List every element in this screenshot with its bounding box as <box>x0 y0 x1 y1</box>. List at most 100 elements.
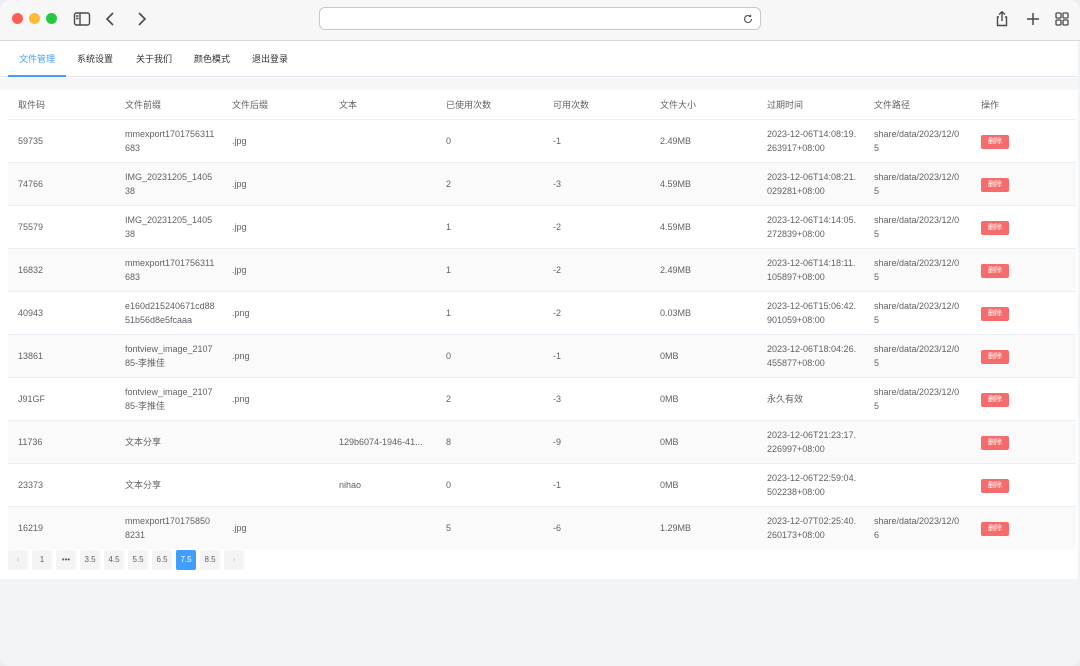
cell-expire-time: 永久有效 <box>767 393 804 404</box>
tab-color-mode[interactable]: 颜色模式 <box>187 41 237 77</box>
cell-used-count: 8 <box>436 419 543 463</box>
minimize-window-button[interactable] <box>29 13 40 24</box>
delete-button[interactable]: 删除 <box>981 478 1009 493</box>
cell-code: 16219 <box>8 505 115 549</box>
header-code[interactable]: 取件码 <box>8 91 115 119</box>
title-bar <box>0 0 1080 41</box>
more-pages-button[interactable]: ••• <box>56 550 76 570</box>
delete-button[interactable]: 删除 <box>981 392 1009 407</box>
cell-expire-time: 2023-12-06T21:23:17.226997+08:00 <box>767 429 857 454</box>
cell-file-path: share/data/2023/12/05 <box>874 343 960 368</box>
cell-file-size: 4.59MB <box>650 161 757 205</box>
cell-suffix <box>222 462 329 506</box>
cell-text: nihao <box>339 479 362 490</box>
cell-code: 11736 <box>8 419 115 463</box>
cell-prefix: IMG_20231205_140538 <box>125 214 213 239</box>
delete-button[interactable]: 删除 <box>981 220 1009 235</box>
cell-available-count: -2 <box>543 290 650 334</box>
cell-used-count: 0 <box>436 118 543 162</box>
new-tab-icon[interactable] <box>1023 9 1043 29</box>
cell-code: 13861 <box>8 333 115 377</box>
cell-file-path: share/data/2023/12/05 <box>874 171 960 196</box>
tab-about-us[interactable]: 关于我们 <box>129 41 179 77</box>
cell-prefix: IMG_20231205_140538 <box>125 171 213 196</box>
delete-button[interactable]: 删除 <box>981 177 1009 192</box>
reload-icon[interactable] <box>742 13 754 25</box>
cell-code: 74766 <box>8 161 115 205</box>
cell-available-count: -2 <box>543 204 650 248</box>
cell-suffix <box>222 419 329 463</box>
tab-overview-icon[interactable] <box>1052 9 1072 29</box>
delete-button[interactable]: 删除 <box>981 349 1009 364</box>
table-row: 13861 fontview_image_210785-李推佳 .png 0 -… <box>8 333 1076 377</box>
cell-suffix: .jpg <box>222 118 329 162</box>
cell-expire-time: 2023-12-06T14:14:05.272839+08:00 <box>767 214 857 239</box>
cell-prefix: fontview_image_210785-李推佳 <box>125 386 213 411</box>
page-button[interactable]: 1 <box>32 550 52 570</box>
tab-file-management[interactable]: 文件管理 <box>8 41 66 77</box>
table-row: 11736 文本分享 129b6074-1946-41... 8 -9 0MB … <box>8 419 1076 463</box>
address-bar[interactable] <box>319 7 761 30</box>
cell-suffix: .jpg <box>222 505 329 549</box>
file-table: 取件码 文件前缀 文件后缀 文本 已使用次数 可用次数 文件大小 过期时间 文件… <box>8 91 1076 549</box>
cell-available-count: -1 <box>543 118 650 162</box>
cell-prefix: 文本分享 <box>125 436 162 447</box>
prev-page-button[interactable]: ‹ <box>8 550 28 570</box>
active-tab-indicator <box>8 75 66 77</box>
close-window-button[interactable] <box>12 13 23 24</box>
share-icon[interactable] <box>992 9 1012 29</box>
cell-file-size: 1.29MB <box>650 505 757 549</box>
page-button[interactable]: 6.5 <box>152 550 172 570</box>
cell-available-count: -1 <box>543 462 650 506</box>
cell-prefix: mmexport1701756311683 <box>125 128 215 153</box>
sidebar-toggle-icon[interactable] <box>72 9 92 29</box>
header-file-size[interactable]: 文件大小 <box>650 91 757 119</box>
cell-available-count: -6 <box>543 505 650 549</box>
delete-button[interactable]: 删除 <box>981 134 1009 149</box>
delete-button[interactable]: 删除 <box>981 306 1009 321</box>
header-expire-time[interactable]: 过期时间 <box>757 91 864 119</box>
table-row: 40943 e160d215240671cd8851b56d8e5fcaaa .… <box>8 290 1076 334</box>
cell-code: J91GF <box>8 376 115 420</box>
delete-button[interactable]: 删除 <box>981 263 1009 278</box>
table-row: 16832 mmexport1701756311683 .jpg 1 -2 2.… <box>8 247 1076 291</box>
cell-code: 40943 <box>8 290 115 334</box>
cell-file-size: 0.03MB <box>650 290 757 334</box>
header-suffix[interactable]: 文件后缀 <box>222 91 329 119</box>
cell-used-count: 2 <box>436 161 543 205</box>
back-arrow-icon[interactable] <box>101 9 121 29</box>
tab-logout[interactable]: 退出登录 <box>245 41 295 77</box>
header-used-count[interactable]: 已使用次数 <box>436 91 543 119</box>
table-row: 23373 文本分享 nihao 0 -1 0MB 2023-12-06T22:… <box>8 462 1076 506</box>
cell-used-count: 1 <box>436 290 543 334</box>
cell-prefix: 文本分享 <box>125 479 162 490</box>
header-available-count[interactable]: 可用次数 <box>543 91 650 119</box>
page-button[interactable]: 3.5 <box>80 550 100 570</box>
cell-suffix: .jpg <box>222 204 329 248</box>
header-text[interactable]: 文本 <box>329 91 436 119</box>
zoom-window-button[interactable] <box>46 13 57 24</box>
delete-button[interactable]: 删除 <box>981 521 1009 536</box>
forward-arrow-icon[interactable] <box>131 9 151 29</box>
cell-suffix: .jpg <box>222 247 329 291</box>
next-page-button[interactable]: › <box>224 550 244 570</box>
cell-suffix: .png <box>222 376 329 420</box>
cell-prefix: fontview_image_210785-李推佳 <box>125 343 213 368</box>
cell-available-count: -2 <box>543 247 650 291</box>
cell-file-path: share/data/2023/12/06 <box>874 515 960 540</box>
current-page-button[interactable]: 7.5 <box>176 550 196 570</box>
page-button[interactable]: 5.5 <box>128 550 148 570</box>
tab-system-settings[interactable]: 系统设置 <box>70 41 120 77</box>
header-file-path[interactable]: 文件路径 <box>864 91 971 119</box>
cell-file-path: share/data/2023/12/05 <box>874 386 960 411</box>
table-header-row: 取件码 文件前缀 文件后缀 文本 已使用次数 可用次数 文件大小 过期时间 文件… <box>8 91 1076 119</box>
page-button[interactable]: 8.5 <box>200 550 220 570</box>
delete-button[interactable]: 删除 <box>981 435 1009 450</box>
cell-file-size: 0MB <box>650 419 757 463</box>
cell-code: 59735 <box>8 118 115 162</box>
page-button[interactable]: 4.5 <box>104 550 124 570</box>
header-prefix[interactable]: 文件前缀 <box>115 91 222 119</box>
cell-used-count: 1 <box>436 204 543 248</box>
cell-used-count: 5 <box>436 505 543 549</box>
cell-expire-time: 2023-12-06T14:08:21.029281+08:00 <box>767 171 857 196</box>
